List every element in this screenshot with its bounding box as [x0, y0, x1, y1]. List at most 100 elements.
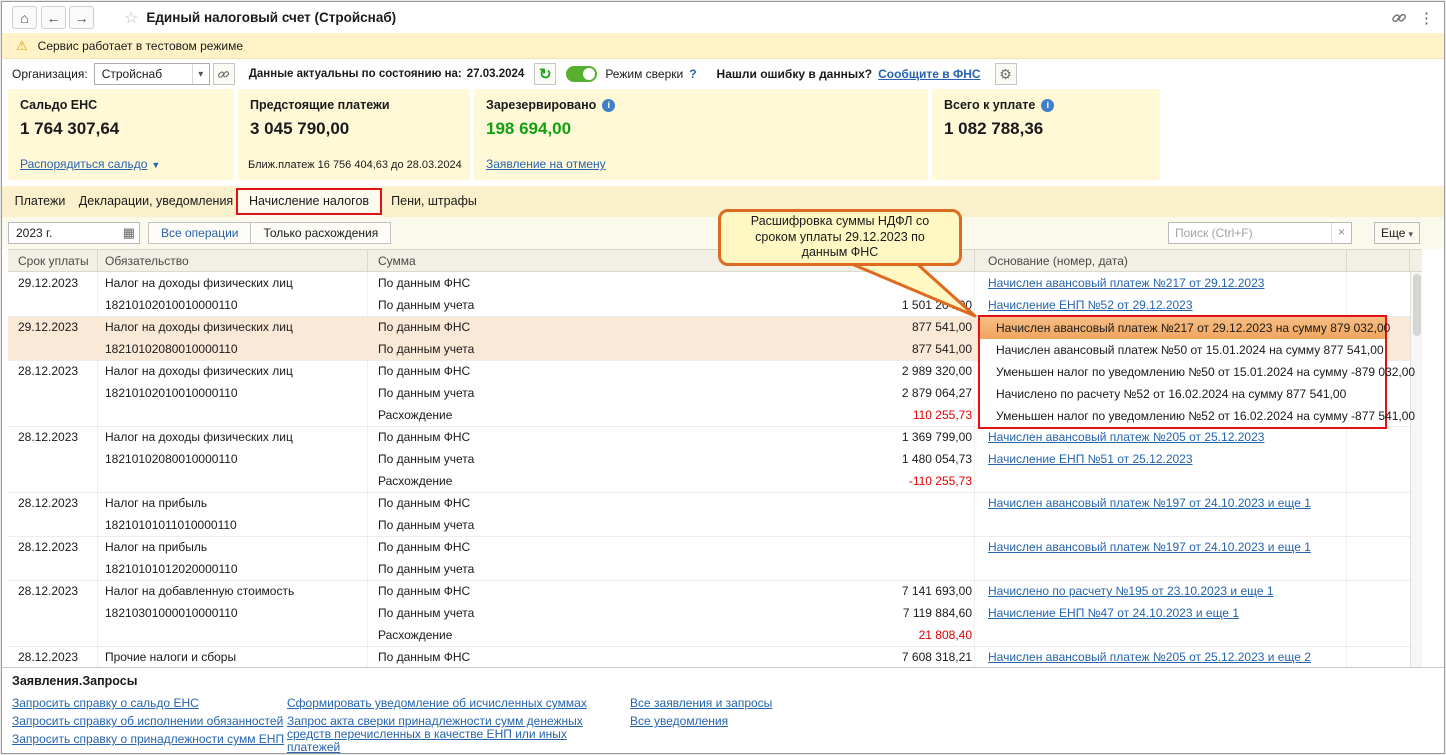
table-row[interactable]: 29.12.2023 Налог на доходы физических ли…: [8, 272, 1410, 316]
home-button[interactable]: ⌂: [12, 6, 37, 29]
search-box: ×: [1168, 222, 1352, 244]
col-header-due[interactable]: Срок уплаты: [18, 254, 89, 268]
card-reserved-value: 198 694,00: [486, 119, 572, 138]
amount: 7 119 884,60: [902, 606, 972, 620]
chevron-down-icon[interactable]: ▾: [191, 64, 209, 84]
request-enp-belonging-certificate-link[interactable]: Запросить справку о принадлежности сумм …: [12, 733, 284, 746]
calendar-icon[interactable]: ▦: [123, 225, 135, 241]
all-notifications-link[interactable]: Все уведомления: [630, 715, 772, 728]
refresh-button[interactable]: ↻: [534, 63, 557, 85]
reconciliation-mode-label: Режим сверки: [605, 67, 684, 81]
basis-link[interactable]: Начисление ЕНП №51 от 25.12.2023: [988, 452, 1193, 466]
card-upcoming-value: 3 045 790,00: [250, 119, 350, 138]
amount: 1 369 799,00: [901, 430, 972, 444]
amount: 877 541,00: [911, 320, 972, 334]
back-icon: ←: [46, 9, 61, 26]
source-label: По данным учета: [378, 518, 475, 532]
more-menu-icon[interactable]: ⋮: [1419, 9, 1434, 27]
source-label: По данным ФНС: [378, 276, 471, 290]
source-label: По данным ФНС: [378, 320, 471, 334]
amount: 7 608 318,21: [901, 650, 972, 664]
get-link-icon[interactable]: [1391, 10, 1407, 26]
favorite-star-icon[interactable]: ☆: [124, 8, 138, 28]
clear-search-icon[interactable]: ×: [1331, 223, 1351, 243]
data-actual-date: 27.03.2024: [466, 68, 525, 80]
organization-link-button[interactable]: [212, 63, 235, 85]
request-saldo-certificate-link[interactable]: Запросить справку о сальдо ЕНС: [12, 697, 284, 710]
tab-declarations[interactable]: Декларации, уведомления: [76, 186, 236, 217]
all-applications-link[interactable]: Все заявления и запросы: [630, 697, 772, 710]
table-row[interactable]: 28.12.2023 Налог на прибыль 182101010110…: [8, 492, 1410, 536]
amount: 1 480 054,73: [901, 452, 972, 466]
app-window: ⌂ ← → ☆ Единый налоговый счет (Стройснаб…: [1, 1, 1445, 754]
source-label: По данным ФНС: [378, 584, 471, 598]
period-field[interactable]: 2023 г. ▦: [8, 222, 140, 244]
vertical-scrollbar[interactable]: [1410, 272, 1422, 668]
source-label: По данным ФНС: [378, 496, 471, 510]
tab-tax-accruals[interactable]: Начисление налогов: [236, 186, 382, 217]
request-obligations-certificate-link[interactable]: Запросить справку об исполнении обязанно…: [12, 715, 284, 728]
tab-penalties[interactable]: Пени, штрафы: [382, 186, 486, 217]
cancel-application-link[interactable]: Заявление на отмену: [486, 157, 606, 171]
basis-link[interactable]: Начисление ЕНП №47 от 24.10.2023 и еще 1: [988, 606, 1239, 620]
tab-payments[interactable]: Платежи: [4, 186, 76, 217]
organization-label: Организация:: [12, 67, 88, 81]
source-label: По данным ФНС: [378, 650, 471, 664]
card-saldo-value: 1 764 307,64: [20, 119, 120, 138]
detail-line[interactable]: Уменьшен налог по уведомлению №52 от 16.…: [980, 405, 1415, 427]
basis-link[interactable]: Начислено по расчету №195 от 23.10.2023 …: [988, 584, 1274, 598]
back-button[interactable]: ←: [41, 6, 66, 29]
card-saldo-title: Сальдо ЕНС: [20, 98, 98, 112]
source-label: По данным учета: [378, 298, 475, 312]
accruals-table: Срок уплаты Обязательство Сумма Основани…: [8, 249, 1422, 668]
dispose-saldo-link[interactable]: Распорядиться сальдо: [20, 157, 147, 171]
requests-section-title: Заявления.Запросы: [12, 674, 138, 688]
table-row[interactable]: 28.12.2023 Налог на добавленную стоимост…: [8, 580, 1410, 646]
all-operations-button[interactable]: Все операции: [148, 222, 252, 244]
basis-link[interactable]: Начисление ЕНП №52 от 29.12.2023: [988, 298, 1193, 312]
home-icon: ⌂: [20, 9, 29, 26]
refresh-icon: ↻: [539, 65, 552, 83]
detail-line-highlighted[interactable]: Начислен авансовый платеж №217 от 29.12.…: [980, 317, 1390, 339]
col-header-basis[interactable]: Основание (номер, дата): [988, 254, 1128, 268]
basis-link[interactable]: Начислен авансовый платеж №205 от 25.12.…: [988, 650, 1311, 664]
only-discrepancies-button[interactable]: Только расхождения: [250, 222, 392, 244]
table-row[interactable]: 28.12.2023 Налог на доходы физических ли…: [8, 426, 1410, 492]
organization-combo[interactable]: Стройснаб ▾: [93, 63, 210, 85]
detail-line[interactable]: Уменьшен налог по уведомлению №50 от 15.…: [980, 361, 1415, 383]
source-label: По данным учета: [378, 452, 475, 466]
info-icon[interactable]: i: [602, 99, 616, 112]
settings-button[interactable]: ⚙: [994, 63, 1017, 85]
help-icon[interactable]: ?: [689, 67, 696, 81]
more-button-label: Еще: [1381, 226, 1406, 240]
menu-down-icon[interactable]: ▼: [151, 160, 160, 170]
scrollbar-thumb[interactable]: [1413, 274, 1421, 336]
annotation-callout: Расшифровка суммы НДФЛ со сроком уплаты …: [718, 209, 962, 266]
discrepancy-amount: 21 808,40: [918, 628, 972, 642]
col-header-obligation[interactable]: Обязательство: [105, 254, 189, 268]
info-icon[interactable]: i: [1041, 99, 1055, 112]
basis-link[interactable]: Начислен авансовый платеж №197 от 24.10.…: [988, 496, 1311, 510]
search-input[interactable]: [1169, 223, 1327, 243]
table-row[interactable]: 28.12.2023 Прочие налоги и сборы По данн…: [8, 646, 1410, 668]
col-header-sum[interactable]: Сумма: [378, 254, 416, 268]
amount: 1 501 204,00: [901, 298, 972, 312]
basis-link[interactable]: Начислен авансовый платеж №205 от 25.12.…: [988, 430, 1264, 444]
amount: 877 541,00: [911, 342, 972, 356]
callout-line: сроком уплаты 29.12.2023 по: [755, 229, 925, 244]
table-row[interactable]: 28.12.2023 Налог на прибыль 182101010120…: [8, 536, 1410, 580]
detail-popup: Начислен авансовый платеж №217 от 29.12.…: [978, 315, 1415, 429]
more-button[interactable]: Еще ▾: [1374, 222, 1420, 244]
basis-link[interactable]: Начислен авансовый платеж №197 от 24.10.…: [988, 540, 1311, 554]
detail-line[interactable]: Начислено по расчету №52 от 16.02.2024 н…: [980, 383, 1385, 405]
request-reconciliation-act-link[interactable]: Запрос акта сверки принадлежности сумм д…: [287, 715, 609, 754]
found-error-label: Нашли ошибку в данных?: [716, 67, 873, 81]
detail-line[interactable]: Начислен авансовый платеж №50 от 15.01.2…: [980, 339, 1385, 361]
forward-button[interactable]: →: [69, 6, 94, 29]
reconciliation-mode-toggle[interactable]: [566, 66, 598, 82]
basis-link[interactable]: Начислен авансовый платеж №217 от 29.12.…: [988, 276, 1264, 290]
source-label: Расхождение: [378, 408, 453, 422]
report-to-fns-link[interactable]: Сообщите в ФНС: [878, 67, 980, 81]
create-notification-link[interactable]: Сформировать уведомление об исчисленных …: [287, 697, 609, 710]
warning-bar: ⚠ Сервис работает в тестовом режиме: [2, 33, 1444, 59]
